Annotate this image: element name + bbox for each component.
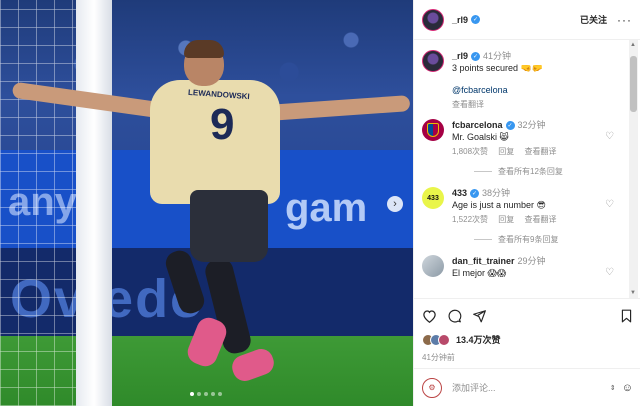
carousel-dot — [190, 392, 194, 396]
following-button[interactable]: 已关注 — [580, 13, 607, 26]
fcbarcelona-avatar[interactable] — [422, 119, 444, 141]
carousel-dot — [211, 392, 215, 396]
mention-link[interactable]: @fcbarcelona — [452, 84, 620, 96]
author-avatar[interactable] — [422, 8, 444, 31]
likes-count[interactable]: 13.4万次赞 — [456, 333, 501, 346]
comment-input[interactable] — [452, 382, 610, 393]
carousel-dot — [197, 392, 201, 396]
verified-badge-icon: ✓ — [505, 121, 515, 131]
caption-username[interactable]: _rl9 — [452, 51, 468, 61]
post-header: _rl9 ✓ 已关注 ··· — [414, 0, 640, 40]
player-right-arm — [267, 95, 411, 121]
carousel-dot — [204, 392, 208, 396]
comment-text: Age is just a number 😎 — [452, 200, 546, 210]
comment-icon[interactable] — [447, 309, 462, 323]
more-options-icon[interactable]: ··· — [617, 13, 632, 27]
bookmark-icon[interactable] — [620, 309, 633, 323]
comment-item: fcbarcelona ✓ 32分钟 Mr. Goalski 😸 1,808次赞 回… — [422, 119, 620, 158]
carousel-dots — [190, 392, 222, 396]
verified-badge-icon: ✓ — [471, 15, 481, 24]
player-hair — [184, 40, 224, 58]
like-heart-icon[interactable]: ♡ — [605, 267, 614, 278]
like-heart-icon[interactable]: ♡ — [605, 131, 614, 142]
verified-badge-icon: ✓ — [471, 52, 481, 62]
scroll-up-icon[interactable]: ▲ — [630, 42, 636, 48]
view-replies-link[interactable]: 查看所有12条回复 — [474, 166, 620, 177]
scroll-down-icon[interactable]: ▼ — [630, 290, 636, 296]
comment-item: dan_fit_trainer 29分钟 El mejor 😱😱 ♡ — [422, 255, 620, 279]
comment-likes[interactable]: 1,522次赞 — [452, 215, 488, 224]
translate-link[interactable]: 查看翻译 — [452, 100, 484, 109]
comment-time: 32分钟 — [517, 120, 546, 130]
comments-scrollbar[interactable]: ▲ ▼ — [629, 40, 638, 298]
comment-text: El mejor 😱😱 — [452, 268, 507, 278]
author-avatar[interactable] — [422, 50, 444, 72]
post-time: 41分钟前 — [422, 353, 455, 362]
view-replies-link[interactable]: 查看所有9条回复 — [474, 234, 620, 245]
caption-time: 41分钟 — [483, 51, 512, 61]
player-figure: LEWANDOWSKI 9 — [0, 0, 413, 406]
player-shorts — [190, 190, 268, 262]
reply-button[interactable]: 回复 — [498, 215, 514, 224]
emoji-icon[interactable]: ☺ — [622, 382, 633, 394]
comment-item: 433 433 ✓ 38分钟 Age is just a number 😎 1,52… — [422, 187, 620, 226]
next-photo-button[interactable]: › — [387, 196, 403, 212]
current-user-avatar: ⚙ — [422, 377, 442, 398]
stepper-icon[interactable]: ⇕ — [610, 384, 616, 392]
comment-likes[interactable]: 1,808次赞 — [452, 147, 488, 156]
post-photo[interactable]: any gam Oviedo LEWANDOWSKI 9 › — [0, 0, 413, 406]
433-avatar[interactable]: 433 — [422, 187, 444, 209]
like-heart-icon[interactable] — [422, 309, 437, 323]
reply-button[interactable]: 回复 — [498, 147, 514, 156]
comments-list: _rl9 ✓ 41分钟 3 points secured 🤜🤛 @fcbarcelo… — [414, 40, 628, 298]
comment-username[interactable]: 433 — [452, 188, 467, 198]
dan-fit-trainer-avatar[interactable] — [422, 255, 444, 277]
verified-badge-icon: ✓ — [470, 189, 480, 199]
comment-username[interactable]: fcbarcelona — [452, 120, 503, 130]
caption: _rl9 ✓ 41分钟 3 points secured 🤜🤛 @fcbarcelo… — [422, 50, 620, 111]
translate-link[interactable]: 查看翻译 — [525, 215, 557, 224]
like-heart-icon[interactable]: ♡ — [605, 199, 614, 210]
jersey-number: 9 — [210, 100, 235, 149]
share-icon[interactable] — [472, 309, 487, 323]
comment-text: Mr. Goalski 😸 — [452, 132, 509, 142]
add-comment-bar: ⚙ ⇕ ☺ — [414, 368, 640, 406]
caption-text: 3 points secured 🤜🤛 — [452, 63, 543, 73]
post-side-panel: _rl9 ✓ 已关注 ··· _rl9 ✓ 41分钟 3 points secure… — [413, 0, 640, 406]
comment-time: 38分钟 — [482, 188, 511, 198]
liker-avatars — [422, 333, 450, 346]
chevron-right-icon: › — [393, 198, 397, 210]
scrollbar-thumb[interactable] — [630, 56, 637, 112]
comment-username[interactable]: dan_fit_trainer — [452, 256, 515, 266]
likes-summary[interactable]: 13.4万次赞 — [422, 333, 633, 346]
comment-time: 29分钟 — [517, 256, 546, 266]
carousel-dot — [218, 392, 222, 396]
translate-link[interactable]: 查看翻译 — [525, 147, 557, 156]
author-username[interactable]: _rl9 — [452, 15, 468, 25]
player-left-arm — [11, 81, 163, 119]
